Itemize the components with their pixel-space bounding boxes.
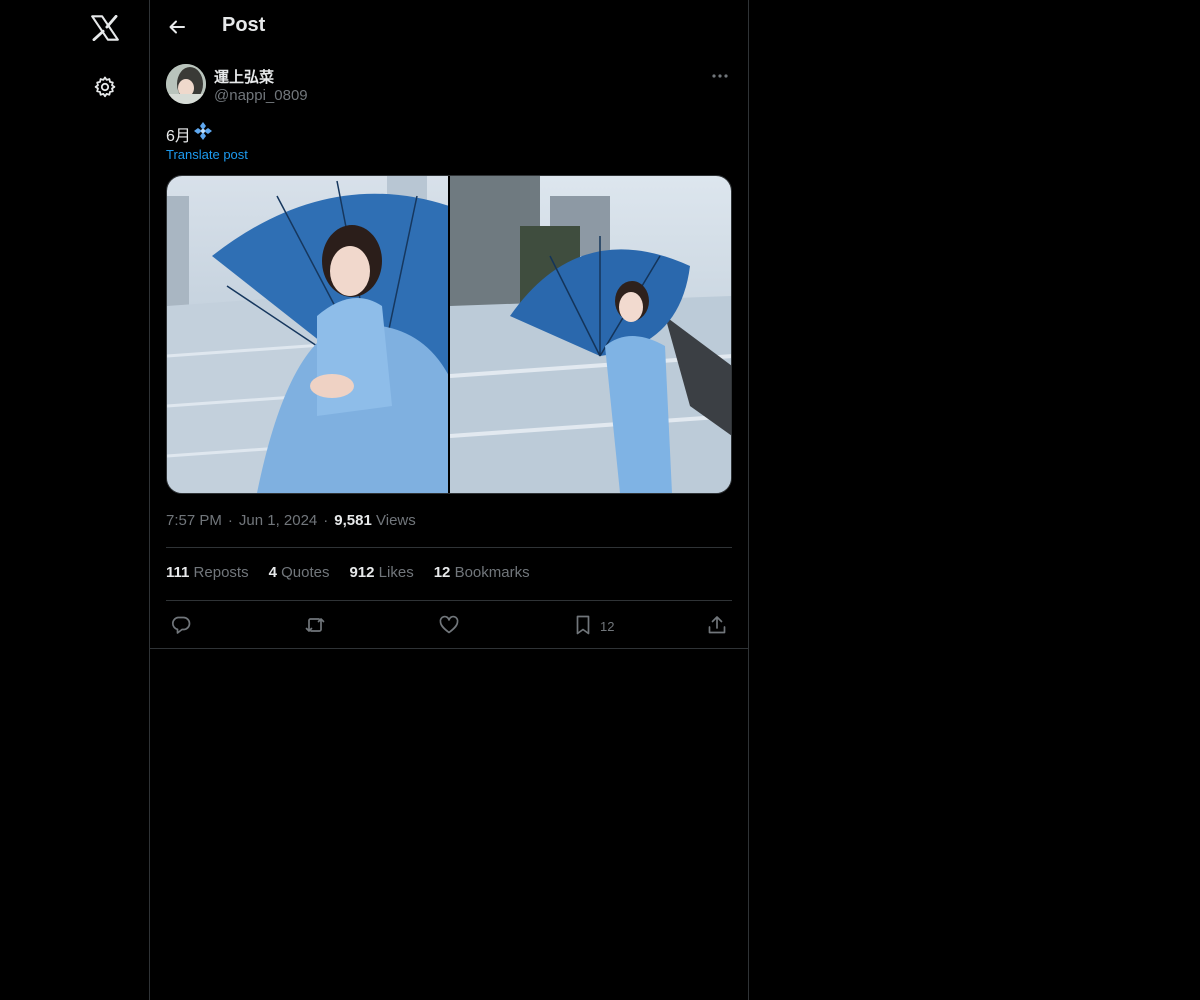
bookmarks-stat[interactable]: 12 Bookmarks xyxy=(434,564,530,581)
avatar[interactable] xyxy=(166,64,206,104)
gear-icon[interactable] xyxy=(89,71,121,103)
post-photo-1[interactable] xyxy=(167,176,448,493)
repost-button[interactable] xyxy=(304,612,326,640)
views-count: 9,581 xyxy=(334,512,372,529)
post-media xyxy=(166,175,732,494)
likes-stat[interactable]: 912 Likes xyxy=(349,564,413,581)
page-title: Post xyxy=(222,14,266,36)
more-options-icon[interactable] xyxy=(708,66,732,86)
divider xyxy=(166,547,732,548)
like-button[interactable] xyxy=(438,612,460,640)
post-header: Post xyxy=(150,0,748,53)
views-label: Views xyxy=(376,512,416,529)
post-stats: 111 Reposts 4 Quotes 912 Likes 12 Bookma… xyxy=(166,564,530,581)
translate-post-link[interactable]: Translate post xyxy=(166,147,248,162)
post-text: 6月 xyxy=(166,121,213,146)
reply-icon xyxy=(170,614,192,639)
post-time[interactable]: 7:57 PM xyxy=(166,512,222,529)
heart-icon xyxy=(438,614,460,639)
post-metadata: 7:57 PM · Jun 1, 2024 · 9,581 Views xyxy=(166,512,416,529)
author-handle[interactable]: @nappi_0809 xyxy=(214,87,308,104)
share-button[interactable] xyxy=(706,612,728,640)
reposts-stat[interactable]: 111 Reposts xyxy=(166,564,249,581)
divider xyxy=(166,600,732,601)
post-photo-2[interactable] xyxy=(450,176,731,493)
back-arrow-icon[interactable] xyxy=(162,12,192,42)
post-text-content: 6月 xyxy=(166,127,191,145)
post-bottom-border xyxy=(150,648,748,649)
share-icon xyxy=(706,614,728,639)
post-actions: 12 xyxy=(166,612,732,640)
blue-diamond-flower-icon xyxy=(193,121,213,146)
quotes-stat[interactable]: 4 Quotes xyxy=(269,564,330,581)
bookmark-button[interactable]: 12 xyxy=(572,612,614,640)
post-detail-column: Post 運上弘菜 @nappi_0809 6月 Translate post … xyxy=(149,0,749,1000)
post-date[interactable]: Jun 1, 2024 xyxy=(239,512,317,529)
reply-button[interactable] xyxy=(170,612,192,640)
x-logo-icon[interactable] xyxy=(87,10,123,46)
post-author: 運上弘菜 @nappi_0809 xyxy=(166,64,732,106)
author-name[interactable]: 運上弘菜 xyxy=(214,66,274,87)
bookmark-icon xyxy=(572,614,594,639)
repost-icon xyxy=(304,614,326,639)
bookmark-count: 12 xyxy=(600,618,615,634)
left-nav xyxy=(0,0,149,1000)
